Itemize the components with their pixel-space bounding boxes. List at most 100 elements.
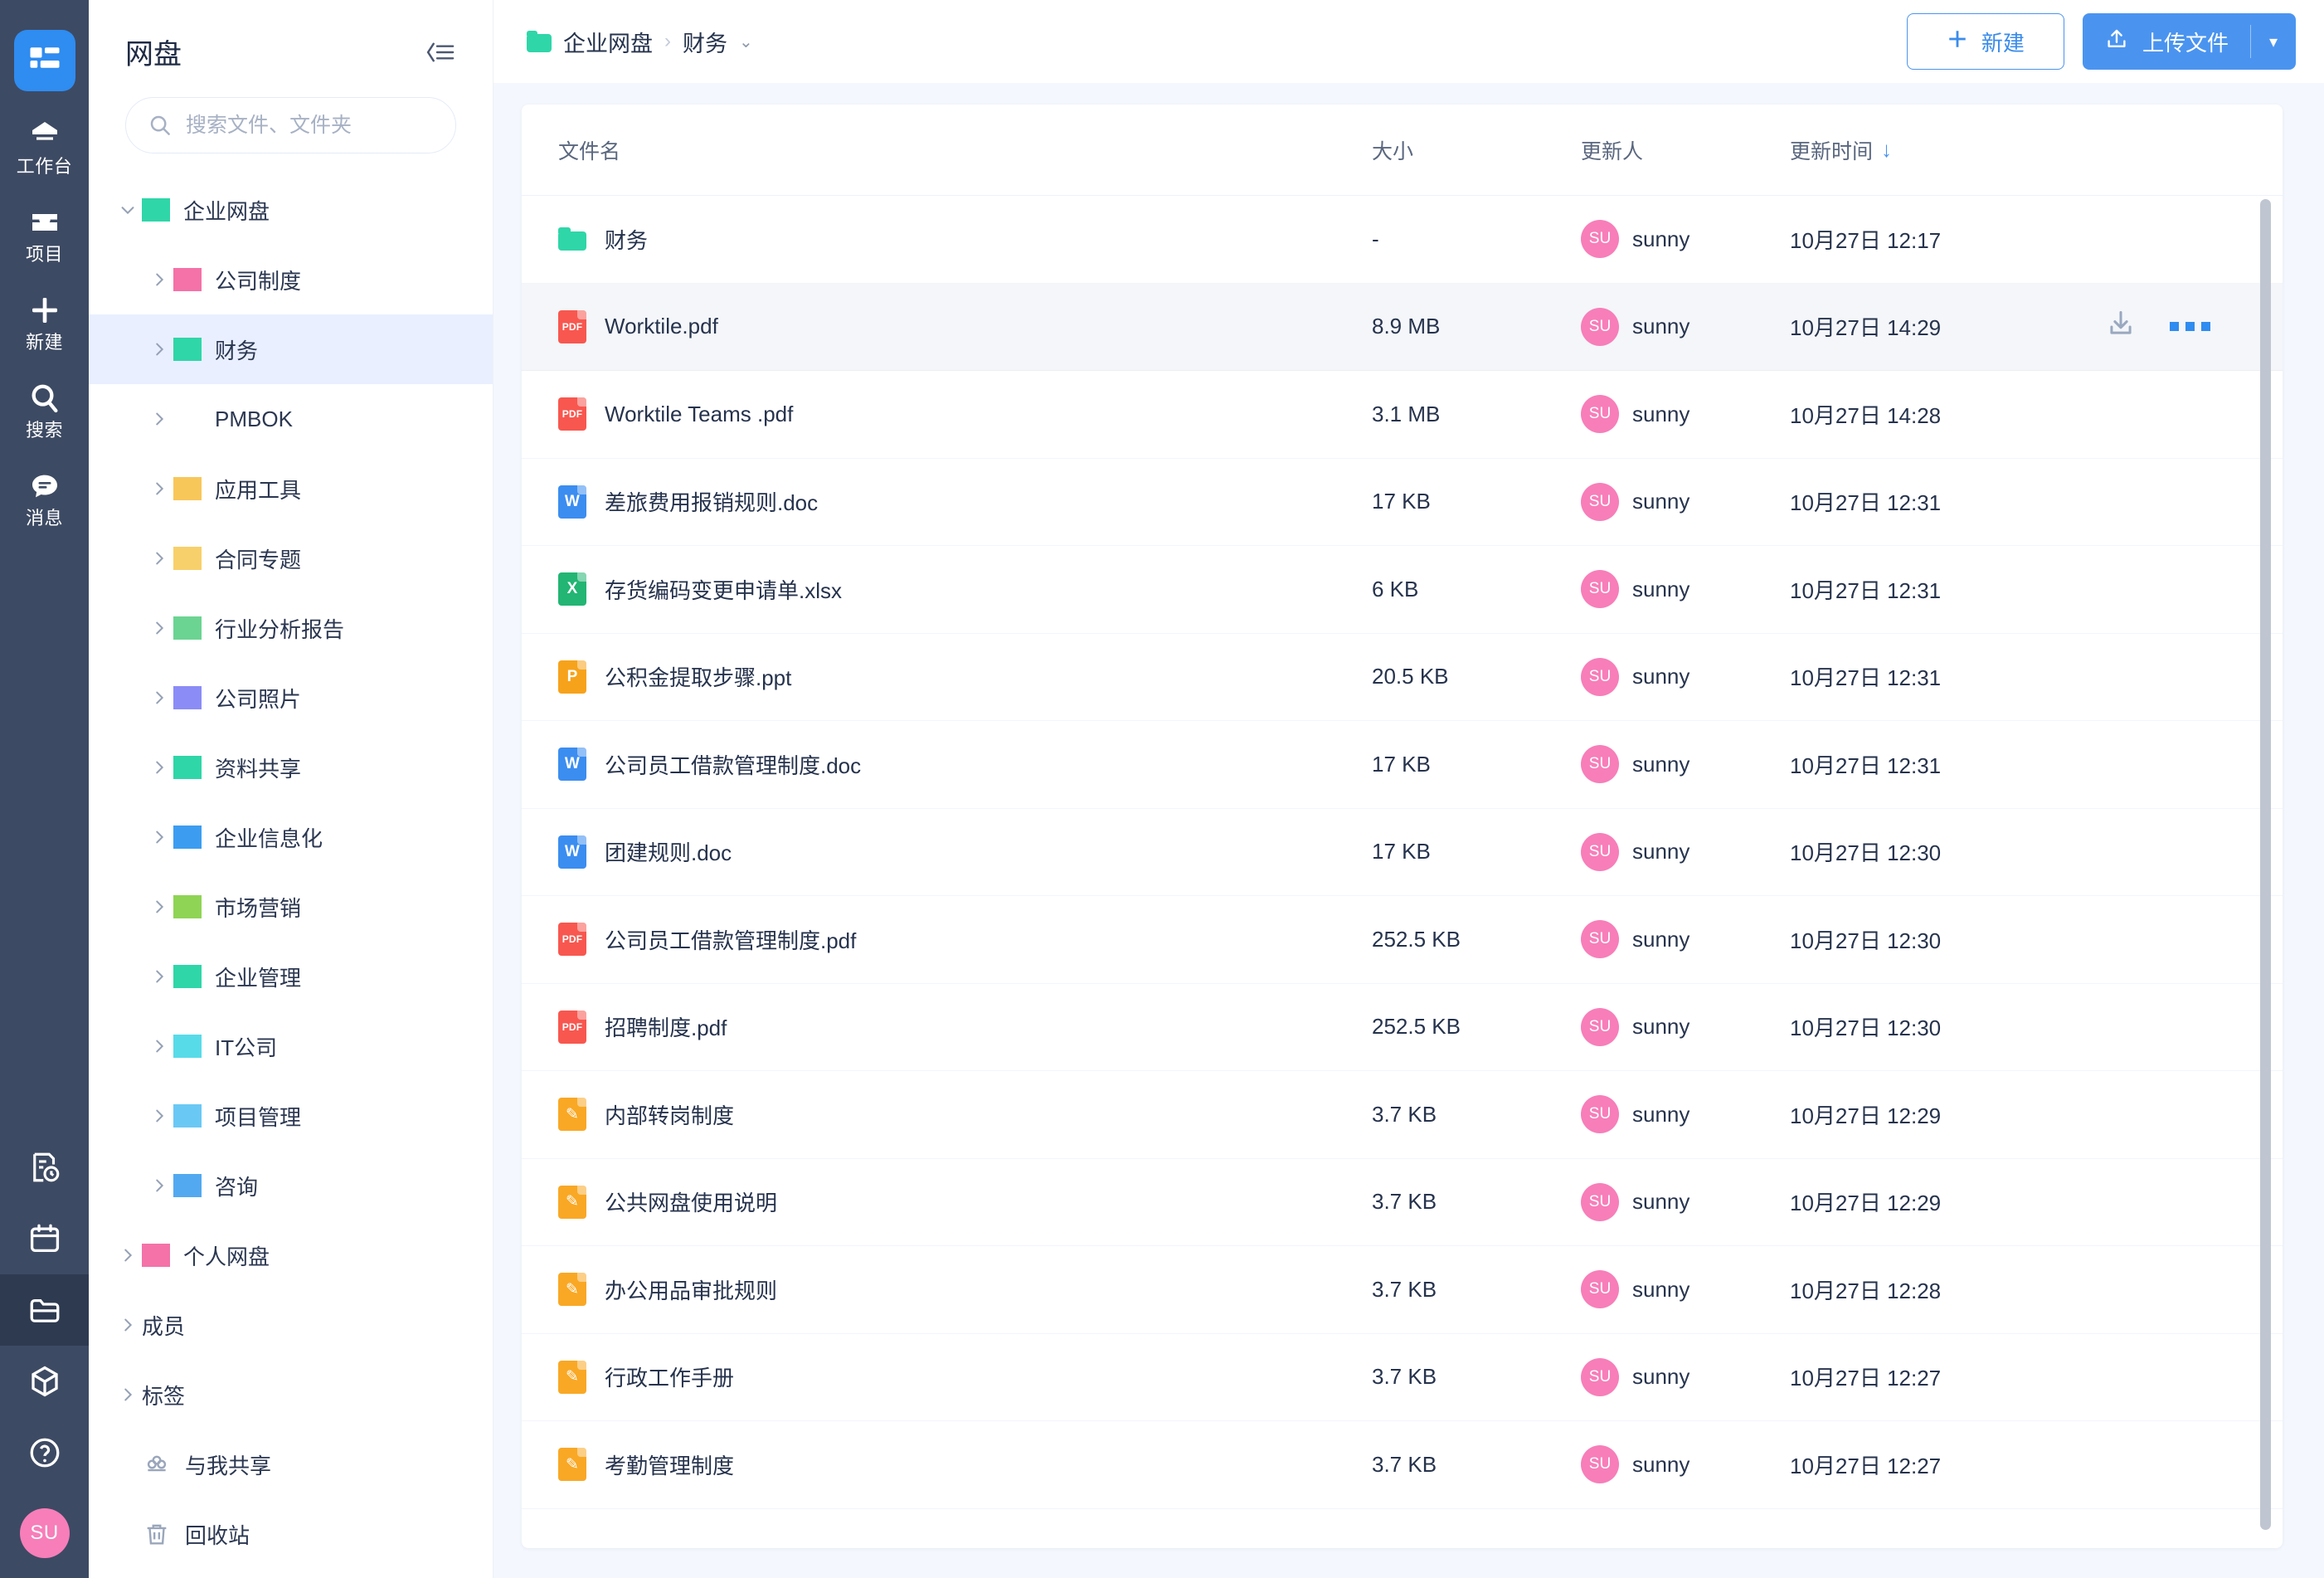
help-circle-icon[interactable] — [0, 1417, 89, 1488]
chevron-right-icon[interactable] — [145, 684, 173, 712]
chevron-down-icon[interactable] — [114, 196, 142, 224]
vertical-scrollbar[interactable] — [2260, 199, 2271, 1530]
chevron-right-icon[interactable] — [145, 544, 173, 572]
collapse-panel-icon[interactable] — [423, 36, 456, 69]
cell-file-name[interactable]: W 团建规则.doc — [558, 835, 1372, 869]
rail-item-messages[interactable]: 消息 — [0, 468, 89, 531]
tree-item-11[interactable]: 企业管理 — [89, 942, 493, 1011]
tree-item-2[interactable]: 财务 — [89, 314, 493, 384]
tree-item-13[interactable]: 项目管理 — [89, 1081, 493, 1151]
download-icon[interactable] — [2105, 308, 2137, 345]
cell-file-name[interactable]: X 存货编码变更申请单.xlsx — [558, 572, 1372, 606]
chevron-right-icon[interactable] — [145, 823, 173, 851]
cube-icon[interactable] — [0, 1346, 89, 1417]
rail-item-search[interactable]: 搜索 — [0, 380, 89, 443]
table-row[interactable]: W 差旅费用报销规则.doc 17 KB SU sunny 10月27日 12:31 — [522, 459, 2283, 546]
folder-icon — [558, 227, 586, 251]
table-row[interactable]: ✎ 公共网盘使用说明 3.7 KB SU sunny 10月27日 12:29 — [522, 1159, 2283, 1246]
chevron-right-icon[interactable] — [145, 1171, 173, 1200]
chevron-right-icon[interactable] — [145, 335, 173, 363]
chevron-right-icon[interactable] — [145, 405, 173, 433]
tree-item-4[interactable]: 应用工具 — [89, 454, 493, 524]
cell-file-name[interactable]: ✎ 内部转岗制度 — [558, 1098, 1372, 1132]
tree-item-16[interactable]: 成员 — [89, 1290, 493, 1360]
chevron-right-icon[interactable] — [114, 1311, 142, 1339]
chevron-right-icon[interactable] — [145, 475, 173, 503]
chevron-right-icon[interactable] — [145, 753, 173, 782]
tree-item-15[interactable]: 个人网盘 — [89, 1220, 493, 1290]
cell-file-name[interactable]: W 差旅费用报销规则.doc — [558, 485, 1372, 519]
chevron-right-icon[interactable] — [145, 1032, 173, 1060]
upload-button[interactable]: 上传文件 — [2083, 27, 2250, 57]
table-row[interactable]: W 公司员工借款管理制度.doc 17 KB SU sunny 10月27日 12:31 — [522, 721, 2283, 809]
table-row[interactable]: ✎ 考勤管理制度 3.7 KB SU sunny 10月27日 12:27 — [522, 1421, 2283, 1509]
cell-updater: SU sunny — [1581, 482, 1790, 521]
cell-file-name[interactable]: PDF 招聘制度.pdf — [558, 1010, 1372, 1044]
more-horizontal-icon[interactable] — [2170, 322, 2210, 332]
cell-file-name[interactable]: 财务 — [558, 224, 1372, 255]
chevron-right-icon[interactable] — [145, 1102, 173, 1130]
cell-file-name[interactable]: ✎ 考勤管理制度 — [558, 1448, 1372, 1482]
column-header-time[interactable]: 更新时间 ↓ — [1790, 135, 2105, 165]
dashboard-logo-icon[interactable] — [13, 30, 75, 91]
rail-item-create[interactable]: 新建 — [0, 292, 89, 355]
chevron-right-icon[interactable] — [145, 265, 173, 294]
column-header-updater[interactable]: 更新人 — [1581, 135, 1790, 165]
tree-item-12[interactable]: IT公司 — [89, 1011, 493, 1081]
tree-item-10[interactable]: 市场营销 — [89, 872, 493, 942]
cell-file-name[interactable]: PDF Worktile.pdf — [558, 309, 1372, 343]
search-input[interactable] — [186, 113, 434, 138]
rail-item-projects[interactable]: 项目 — [0, 204, 89, 267]
table-row[interactable]: W 团建规则.doc 17 KB SU sunny 10月27日 12:30 — [522, 809, 2283, 896]
breadcrumb-root[interactable]: 企业网盘 — [563, 26, 653, 58]
cell-file-name[interactable]: PDF 公司员工借款管理制度.pdf — [558, 923, 1372, 957]
tree-item-1[interactable]: 公司制度 — [89, 245, 493, 314]
calendar-icon[interactable] — [0, 1203, 89, 1274]
table-row[interactable]: PDF 招聘制度.pdf 252.5 KB SU sunny 10月27日 12:30 — [522, 984, 2283, 1071]
scrollbar-thumb[interactable] — [2260, 199, 2271, 1530]
table-row[interactable]: PDF 公司员工借款管理制度.pdf 252.5 KB SU sunny 10月27日 1… — [522, 896, 2283, 984]
tree-item-5[interactable]: 合同专题 — [89, 524, 493, 593]
table-row[interactable]: ✎ 行政工作手册 3.7 KB SU sunny 10月27日 12:27 — [522, 1334, 2283, 1421]
chevron-right-icon[interactable] — [114, 1381, 142, 1409]
table-row[interactable]: 财务 - SU sunny 10月27日 12:17 — [522, 196, 2283, 284]
chevron-right-icon[interactable] — [114, 1241, 142, 1269]
cell-file-name[interactable]: ✎ 办公用品审批规则 — [558, 1273, 1372, 1307]
tree-item-17[interactable]: 标签 — [89, 1360, 493, 1429]
rail-item-workbench[interactable]: 工作台 — [0, 116, 89, 179]
table-row[interactable]: ✎ 办公用品审批规则 3.7 KB SU sunny 10月27日 12:28 — [522, 1246, 2283, 1334]
table-row[interactable]: P 公积金提取步骤.ppt 20.5 KB SU sunny 10月27日 12:31 — [522, 634, 2283, 721]
user-avatar[interactable]: SU — [0, 1488, 89, 1578]
cell-file-name[interactable]: ✎ 公共网盘使用说明 — [558, 1185, 1372, 1219]
breadcrumb-current[interactable]: 财务 — [683, 26, 727, 58]
tree-item-8[interactable]: 资料共享 — [89, 733, 493, 802]
chevron-right-icon[interactable] — [145, 962, 173, 991]
tree-item-7[interactable]: 公司照片 — [89, 663, 493, 733]
tree-item-19[interactable]: 回收站 — [89, 1499, 493, 1569]
table-row[interactable]: X 存货编码变更申请单.xlsx 6 KB SU sunny 10月27日 12:31 — [522, 546, 2283, 634]
tree-item-14[interactable]: 咨询 — [89, 1151, 493, 1220]
chevron-down-icon[interactable]: ⌄ — [739, 32, 753, 52]
report-clock-icon[interactable] — [0, 1132, 89, 1203]
cell-file-name[interactable]: ✎ 行政工作手册 — [558, 1360, 1372, 1394]
tree-item-6[interactable]: 行业分析报告 — [89, 593, 493, 663]
tree-item-18[interactable]: 与我共享 — [89, 1429, 493, 1499]
file-type-icon-docx: ✎ — [558, 1273, 586, 1307]
chevron-right-icon[interactable] — [145, 614, 173, 642]
cell-file-name[interactable]: PDF Worktile Teams .pdf — [558, 397, 1372, 431]
caret-down-icon[interactable]: ▾ — [2251, 32, 2296, 52]
chevron-right-icon[interactable] — [145, 893, 173, 921]
folder-icon[interactable] — [0, 1274, 89, 1346]
column-header-name[interactable]: 文件名 — [558, 135, 1372, 165]
tree-item-0[interactable]: 企业网盘 — [89, 175, 493, 245]
table-row[interactable]: PDF Worktile Teams .pdf 3.1 MB SU sunny 10月27… — [522, 371, 2283, 459]
tree-item-3[interactable]: PMBOK — [89, 384, 493, 454]
tree-item-9[interactable]: 企业信息化 — [89, 802, 493, 872]
cell-file-name[interactable]: W 公司员工借款管理制度.doc — [558, 748, 1372, 782]
table-row[interactable]: PDF Worktile.pdf 8.9 MB SU sunny 10月27日 14:29 — [522, 283, 2283, 371]
search-input-wrapper[interactable] — [125, 97, 456, 153]
column-header-size[interactable]: 大小 — [1372, 135, 1581, 165]
new-button[interactable]: 新建 — [1906, 13, 2064, 70]
cell-file-name[interactable]: P 公积金提取步骤.ppt — [558, 660, 1372, 694]
table-row[interactable]: ✎ 内部转岗制度 3.7 KB SU sunny 10月27日 12:29 — [522, 1071, 2283, 1159]
